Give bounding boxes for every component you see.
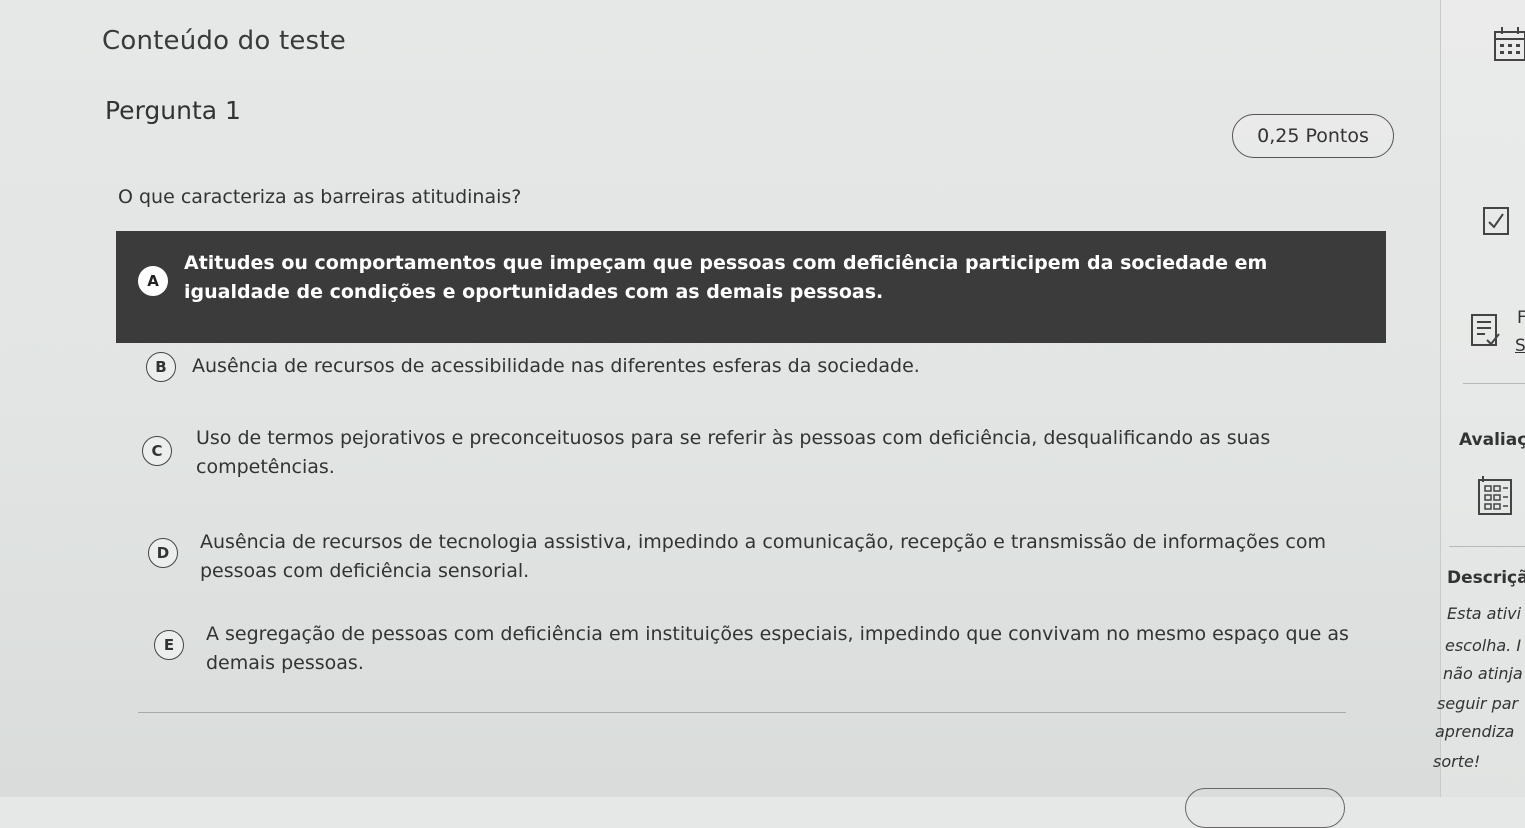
- descricao-line-1: Esta ativi: [1447, 604, 1522, 623]
- answer-option-e[interactable]: E A segregação de pessoas com deficiênci…: [154, 620, 1356, 678]
- question-title: Pergunta 1: [105, 96, 241, 125]
- test-content-area: Conteúdo do teste Pergunta 1 0,25 Pontos…: [0, 0, 1440, 828]
- option-text-e: A segregação de pessoas com deficiência …: [206, 623, 1349, 674]
- answer-option-b[interactable]: B Ausência de recursos de acessibilidade…: [146, 352, 920, 382]
- option-letter-a: A: [138, 266, 168, 296]
- rubric-grid-icon[interactable]: [1475, 474, 1515, 522]
- question-divider: [138, 712, 1346, 713]
- question-text: O que caracteriza as barreiras atitudina…: [118, 186, 522, 208]
- doc-side-text-2: S: [1515, 336, 1525, 356]
- descricao-line-6: sorte!: [1433, 752, 1481, 771]
- option-text-b: Ausência de recursos de acessibilidade n…: [192, 355, 920, 377]
- panel-divider-1: [1463, 383, 1525, 384]
- option-letter-d: D: [148, 538, 178, 568]
- panel-divider-2: [1449, 546, 1525, 547]
- answer-option-c[interactable]: C Uso de termos pejorativos e preconceit…: [142, 424, 1346, 482]
- answer-option-a[interactable]: A Atitudes ou comportamentos que impeçam…: [116, 231, 1386, 343]
- section-title: Conteúdo do teste: [102, 26, 346, 56]
- calendar-grid-icon[interactable]: [1493, 24, 1525, 68]
- descricao-line-3: não atinja: [1443, 664, 1523, 683]
- option-text-d: Ausência de recursos de tecnologia assis…: [200, 531, 1326, 582]
- right-side-panel: F S Avaliaç Descriçã Esta ativi escolha.…: [1433, 0, 1525, 797]
- option-letter-b: B: [146, 352, 176, 382]
- option-letter-e: E: [154, 630, 184, 660]
- descricao-label: Descriçã: [1447, 568, 1525, 588]
- doc-side-text-1: F: [1517, 308, 1525, 328]
- points-badge: 0,25 Pontos: [1232, 114, 1394, 158]
- option-letter-c: C: [142, 436, 172, 466]
- next-question-button[interactable]: [1185, 788, 1345, 828]
- descricao-line-5: aprendiza: [1435, 722, 1515, 741]
- checkbox-checked-icon[interactable]: [1481, 205, 1513, 241]
- avaliacao-label: Avaliaç: [1459, 430, 1525, 450]
- option-text-a: Atitudes ou comportamentos que impeçam q…: [184, 252, 1268, 303]
- descricao-line-4: seguir par: [1437, 694, 1519, 713]
- answer-option-d[interactable]: D Ausência de recursos de tecnologia ass…: [148, 528, 1350, 586]
- option-text-c: Uso de termos pejorativos e preconceituo…: [196, 427, 1271, 478]
- document-check-icon[interactable]: [1469, 312, 1503, 354]
- descricao-line-2: escolha. I: [1445, 636, 1522, 655]
